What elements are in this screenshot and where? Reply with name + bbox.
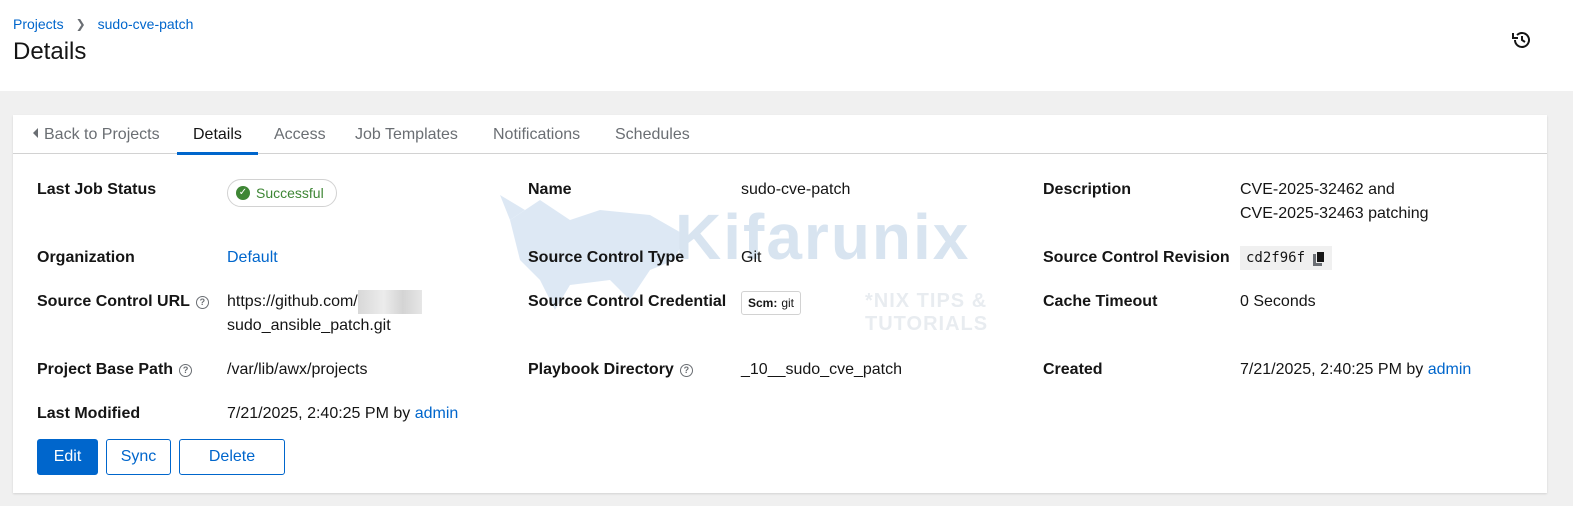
tab-back-label: Back to Projects	[44, 126, 160, 143]
last-modified-date: 7/21/2025, 2:40:25 PM by	[227, 405, 411, 422]
source-control-url-line1: https://github.com/	[227, 293, 358, 310]
last-modified-user-link[interactable]: admin	[415, 405, 459, 422]
chevron-right-icon: ❯	[75, 17, 86, 31]
page-title: Details	[13, 38, 87, 65]
tab-details[interactable]: Details	[177, 115, 258, 155]
help-icon[interactable]: ?	[179, 363, 193, 377]
project-base-path-label: Project Base Path ?	[37, 361, 193, 379]
redacted-block	[357, 290, 422, 314]
watermark-brand: Kifarunix	[675, 201, 971, 273]
last-job-status-label: Last Job Status	[37, 181, 157, 198]
delete-button[interactable]: Delete	[179, 439, 285, 475]
playbook-directory-label: Playbook Directory ?	[528, 361, 693, 379]
source-control-url-value: https://github.com/ sudo_ansible_patch.g…	[227, 290, 422, 338]
source-control-url-line2: sudo_ansible_patch.git	[227, 317, 391, 334]
source-control-url-label-text: Source Control URL	[37, 293, 190, 310]
status-badge-text: Successful	[256, 185, 324, 201]
details-card: Back to Projects Details Access Job Temp…	[13, 115, 1547, 493]
tab-access[interactable]: Access	[274, 115, 326, 154]
playbook-directory-label-text: Playbook Directory	[528, 361, 674, 378]
tab-schedules[interactable]: Schedules	[615, 115, 690, 154]
check-circle-icon: ✓	[236, 186, 250, 200]
sync-button[interactable]: Sync	[106, 439, 171, 475]
source-control-revision-label: Source Control Revision	[1043, 249, 1230, 266]
credential-type: Scm:	[748, 296, 778, 310]
description-line2: CVE-2025-32463 patching	[1240, 205, 1429, 222]
cache-timeout-label: Cache Timeout	[1043, 293, 1158, 310]
copy-icon[interactable]	[1313, 250, 1326, 266]
history-icon[interactable]	[1510, 28, 1534, 52]
help-icon[interactable]: ?	[679, 363, 693, 377]
breadcrumb-projects-link[interactable]: Projects	[13, 16, 64, 32]
breadcrumb: Projects ❯ sudo-cve-patch	[13, 16, 193, 32]
description-label: Description	[1043, 181, 1132, 198]
description-line1: CVE-2025-32462 and	[1240, 181, 1395, 198]
revision-code: cd2f96f	[1240, 246, 1333, 270]
project-base-path-label-text: Project Base Path	[37, 361, 174, 378]
tab-job-templates[interactable]: Job Templates	[355, 115, 458, 154]
source-control-type-value: Git	[741, 249, 762, 266]
status-badge[interactable]: ✓ Successful	[227, 179, 337, 207]
watermark-tagline: *NIX TIPS & TUTORIALS	[865, 290, 989, 335]
caret-left-icon	[33, 128, 38, 138]
tab-notifications[interactable]: Notifications	[493, 115, 580, 154]
edit-button[interactable]: Edit	[37, 439, 98, 475]
playbook-directory-value: _10__sudo_cve_patch	[741, 361, 903, 378]
name-label: Name	[528, 181, 572, 198]
created-user-link[interactable]: admin	[1428, 361, 1472, 378]
breadcrumb-current-link[interactable]: sudo-cve-patch	[98, 16, 194, 32]
created-label: Created	[1043, 361, 1103, 378]
source-control-url-label: Source Control URL ?	[37, 293, 209, 311]
created-value: 7/21/2025, 2:40:25 PM by admin	[1240, 358, 1471, 382]
credential-name: git	[781, 296, 795, 310]
revision-value: cd2f96f	[1246, 250, 1306, 266]
source-control-credential-label: Source Control Credential	[528, 293, 727, 310]
created-date: 7/21/2025, 2:40:25 PM by	[1240, 361, 1424, 378]
tab-bar: Back to Projects Details Access Job Temp…	[13, 115, 1547, 155]
credential-chip[interactable]: Scm: git	[741, 291, 802, 315]
last-modified-label: Last Modified	[37, 405, 141, 422]
help-icon[interactable]: ?	[195, 295, 209, 309]
last-modified-value: 7/21/2025, 2:40:25 PM by admin	[227, 402, 458, 426]
page-header: Projects ❯ sudo-cve-patch Details	[0, 0, 1573, 91]
description-value: CVE-2025-32462 and CVE-2025-32463 patchi…	[1240, 178, 1429, 226]
tab-back-to-projects[interactable]: Back to Projects	[33, 115, 160, 154]
organization-value: Default	[227, 246, 278, 270]
project-base-path-value: /var/lib/awx/projects	[227, 361, 368, 378]
name-value: sudo-cve-patch	[741, 181, 851, 198]
organization-label: Organization	[37, 249, 135, 266]
source-control-type-label: Source Control Type	[528, 249, 685, 266]
cache-timeout-value: 0 Seconds	[1240, 293, 1316, 310]
organization-link[interactable]: Default	[227, 249, 278, 266]
